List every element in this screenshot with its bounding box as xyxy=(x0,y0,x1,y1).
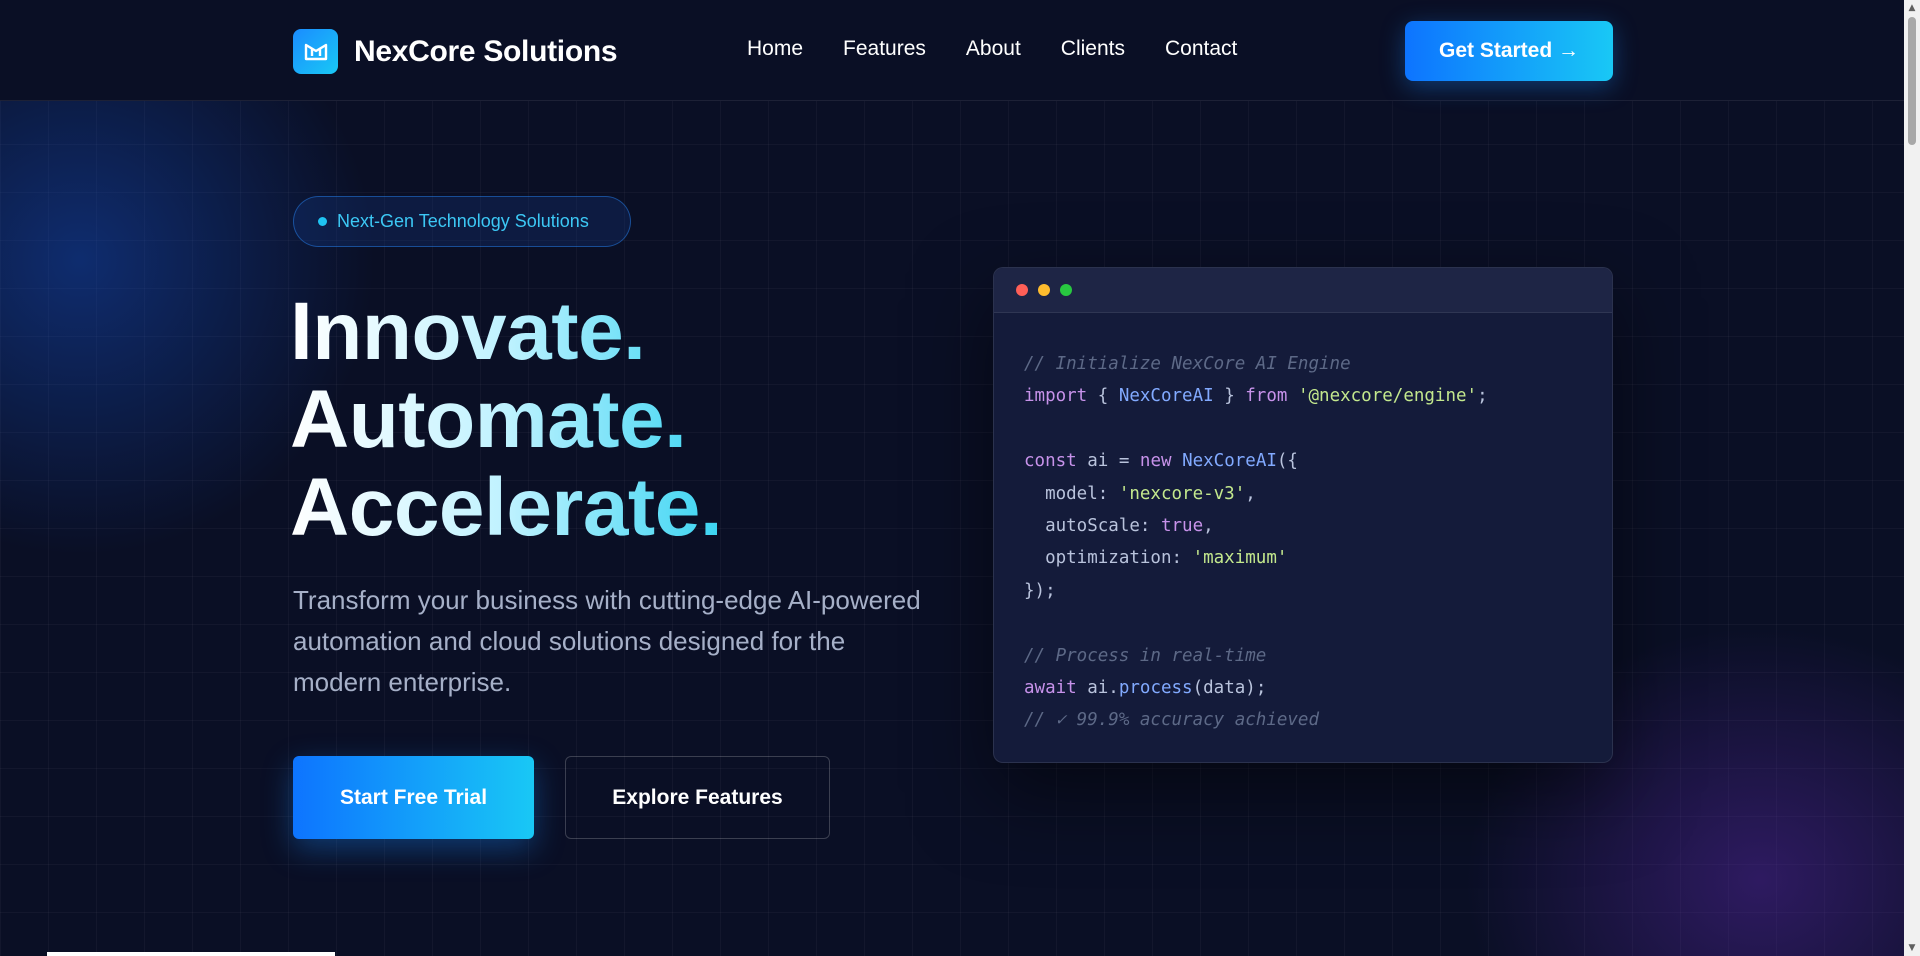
bottom-strip xyxy=(47,952,335,956)
code-snippet: // Initialize NexCore AI Engine import {… xyxy=(994,313,1612,737)
code-comment: // ✓ 99.9% accuracy achieved xyxy=(1024,710,1320,731)
code-comment: // Initialize NexCore AI Engine xyxy=(1024,354,1351,374)
code-text: optimization: xyxy=(1024,548,1193,569)
start-free-trial-button[interactable]: Start Free Trial xyxy=(293,756,534,839)
nav-clients[interactable]: Clients xyxy=(1061,37,1125,61)
minimize-dot-icon xyxy=(1038,284,1050,296)
code-punct: } xyxy=(1213,386,1246,407)
code-window-titlebar xyxy=(994,268,1612,313)
hero-headline: Innovate. Automate. Accelerate. xyxy=(290,288,723,553)
code-punct: ; xyxy=(1477,386,1488,407)
code-punct: ({ xyxy=(1276,451,1298,472)
code-identifier: process xyxy=(1118,678,1193,699)
nav-contact[interactable]: Contact xyxy=(1165,37,1237,61)
nav-features[interactable]: Features xyxy=(843,37,926,61)
code-keyword: new xyxy=(1139,451,1172,472)
code-identifier: NexCoreAI xyxy=(1118,386,1214,407)
code-keyword: import xyxy=(1024,386,1088,407)
explore-features-button[interactable]: Explore Features xyxy=(565,756,830,839)
code-text: autoScale: xyxy=(1024,516,1161,537)
code-punct: }); xyxy=(1024,580,1056,601)
scroll-up-icon[interactable]: ▲ xyxy=(1904,0,1920,16)
badge-text: Next-Gen Technology Solutions xyxy=(337,211,589,231)
headline-line-1: Innovate. xyxy=(290,288,722,376)
nav-home[interactable]: Home xyxy=(747,37,803,61)
code-keyword: await xyxy=(1024,678,1077,699)
hero-subtitle: Transform your business with cutting-edg… xyxy=(293,585,921,697)
hero-background xyxy=(0,0,1920,956)
nav-about[interactable]: About xyxy=(966,37,1021,61)
code-punct: , xyxy=(1203,516,1214,537)
badge-dot-icon xyxy=(318,217,327,226)
brand-logo[interactable]: NexCore Solutions xyxy=(293,29,618,74)
code-string: 'nexcore-v3' xyxy=(1118,483,1246,504)
code-identifier: NexCoreAI xyxy=(1182,451,1277,472)
code-keyword: from xyxy=(1245,386,1288,407)
code-text: ai = xyxy=(1076,451,1140,472)
maximize-dot-icon xyxy=(1060,284,1072,296)
scroll-down-icon[interactable]: ▼ xyxy=(1904,940,1920,956)
code-punct: (data); xyxy=(1192,678,1267,699)
hero-badge: Next-Gen Technology Solutions xyxy=(293,196,631,247)
brand-name: NexCore Solutions xyxy=(354,34,618,68)
site-header: NexCore Solutions Home Features About Cl… xyxy=(0,0,1904,101)
logo-icon xyxy=(293,29,338,74)
headline-line-2: Automate. xyxy=(290,376,722,464)
code-string: 'maximum' xyxy=(1192,548,1288,569)
scrollbar-thumb[interactable] xyxy=(1908,17,1916,145)
code-window: // Initialize NexCore AI Engine import {… xyxy=(993,267,1613,763)
code-punct: , xyxy=(1245,483,1256,504)
close-dot-icon xyxy=(1016,284,1028,296)
page-scrollbar[interactable]: ▲ ▼ xyxy=(1904,0,1920,956)
code-string: '@nexcore/engine' xyxy=(1297,386,1478,407)
code-text: ai. xyxy=(1076,678,1119,699)
get-started-button[interactable]: Get Started → xyxy=(1405,21,1613,81)
main-nav: Home Features About Clients Contact xyxy=(747,37,1237,61)
code-comment: // Process in real-time xyxy=(1024,645,1267,666)
code-text: model: xyxy=(1024,483,1119,504)
code-keyword: true xyxy=(1160,516,1204,537)
code-keyword: const xyxy=(1024,451,1077,472)
code-punct: { xyxy=(1087,386,1119,407)
headline-line-3: Accelerate. xyxy=(290,462,723,553)
